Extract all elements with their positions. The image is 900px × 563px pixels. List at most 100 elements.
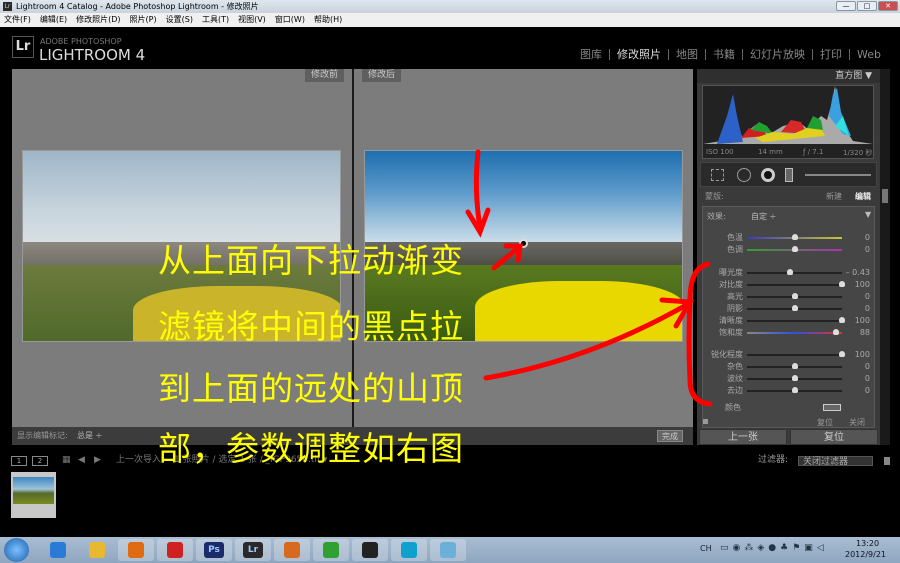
- menu-item[interactable]: 视图(V): [238, 13, 266, 27]
- slider-knob[interactable]: [833, 329, 840, 335]
- slider-knob[interactable]: [791, 234, 798, 240]
- slider-track[interactable]: [747, 375, 842, 381]
- taskbar-app-media[interactable]: [118, 539, 154, 561]
- slider-value[interactable]: 0: [865, 361, 870, 373]
- slider-value[interactable]: 0: [865, 291, 870, 303]
- reset-button[interactable]: 复位: [790, 429, 878, 445]
- clock-time[interactable]: 13:20: [856, 539, 879, 548]
- taskbar-app-lr[interactable]: Lr: [235, 539, 271, 561]
- gradient-pin[interactable]: [519, 239, 528, 248]
- slider-knob[interactable]: [791, 375, 798, 381]
- panel-scrollbar[interactable]: [880, 69, 890, 445]
- toggle-switch[interactable]: [703, 419, 708, 424]
- back-arrow-icon[interactable]: ◀: [78, 452, 85, 469]
- taskbar-app-360[interactable]: [313, 539, 349, 561]
- slider-knob[interactable]: [791, 387, 798, 393]
- window-2-button[interactable]: 2: [32, 456, 48, 466]
- slider-knob[interactable]: [839, 281, 845, 287]
- slider-value[interactable]: 0: [865, 232, 870, 244]
- menu-item[interactable]: 帮助(H): [314, 13, 342, 27]
- menu-item[interactable]: 照片(P): [130, 13, 157, 27]
- slider-track[interactable]: [747, 234, 842, 240]
- language-indicator[interactable]: CH: [700, 544, 712, 553]
- maximize-button[interactable]: □: [857, 1, 877, 11]
- menu-item[interactable]: 窗口(W): [275, 13, 305, 27]
- slider-track[interactable]: [747, 351, 845, 357]
- slider-knob[interactable]: [839, 317, 845, 323]
- slider-value[interactable]: 100: [855, 315, 870, 327]
- menu-item[interactable]: 设置(S): [166, 13, 193, 27]
- module-3[interactable]: 书籍: [705, 49, 742, 60]
- slider-track[interactable]: [747, 293, 842, 299]
- close-button[interactable]: ✕: [878, 1, 898, 11]
- slider-value[interactable]: 0: [865, 244, 870, 256]
- crop-icon[interactable]: [711, 169, 724, 181]
- red-eye-icon[interactable]: [761, 168, 775, 182]
- tray-icons[interactable]: ▭◉⁂◈●♣⚑▣◁: [720, 543, 828, 553]
- slider-value[interactable]: 0: [865, 303, 870, 315]
- taskbar-app-qq[interactable]: [352, 539, 388, 561]
- module-5[interactable]: 打印: [812, 49, 849, 60]
- slider-value[interactable]: 88: [860, 327, 870, 339]
- mask-new-button[interactable]: 新建: [826, 189, 842, 204]
- slider-value[interactable]: 100: [855, 279, 870, 291]
- menu-item[interactable]: 编辑(E): [40, 13, 67, 27]
- mask-edit-button[interactable]: 编辑: [855, 189, 871, 204]
- taskbar-app-flash[interactable]: [157, 539, 193, 561]
- slider-knob[interactable]: [786, 269, 793, 275]
- slider-track[interactable]: [747, 305, 842, 311]
- slider-track[interactable]: [747, 281, 845, 287]
- menu-item[interactable]: 工具(T): [202, 13, 229, 27]
- slider-value[interactable]: 100: [855, 349, 870, 361]
- slider-knob[interactable]: [791, 246, 798, 252]
- slider-knob[interactable]: [791, 363, 798, 369]
- module-0[interactable]: 图库: [573, 49, 609, 60]
- graduated-filter-icon[interactable]: [785, 168, 793, 182]
- start-button[interactable]: [4, 538, 29, 562]
- taskbar-app-ps[interactable]: Ps: [196, 539, 232, 561]
- minimize-button[interactable]: —: [836, 1, 856, 11]
- menu-item[interactable]: 文件(F): [4, 13, 31, 27]
- filter-select[interactable]: 关闭过滤器: [798, 456, 873, 467]
- spot-removal-icon[interactable]: [737, 168, 751, 182]
- slider-value[interactable]: 0: [865, 373, 870, 385]
- lock-icon[interactable]: [884, 457, 890, 465]
- menu-item[interactable]: 修改照片(D): [76, 13, 120, 27]
- collapse-icon[interactable]: ▼: [865, 210, 871, 219]
- taskbar-app-viewer[interactable]: [274, 539, 310, 561]
- done-button[interactable]: 完成: [657, 430, 683, 442]
- reset-small-button[interactable]: 复位: [817, 417, 833, 428]
- taskbar-app-notepad[interactable]: [430, 539, 466, 561]
- color-swatch[interactable]: [823, 404, 841, 411]
- slider-value[interactable]: – 0.43: [846, 267, 870, 279]
- effect-select[interactable]: 自定 ÷: [751, 211, 776, 222]
- slider-track[interactable]: [747, 387, 842, 393]
- slider-track[interactable]: [747, 269, 842, 275]
- histogram-header[interactable]: 直方图 ▼: [697, 69, 880, 83]
- slider-track[interactable]: [747, 363, 842, 369]
- close-small-button[interactable]: 关闭: [849, 417, 865, 428]
- module-2[interactable]: 地图: [668, 49, 705, 60]
- adjustment-brush-icon[interactable]: [805, 174, 871, 176]
- slider-track[interactable]: [747, 246, 842, 252]
- module-4[interactable]: 幻灯片放映: [742, 49, 812, 60]
- module-6[interactable]: Web: [849, 49, 888, 60]
- slider-knob[interactable]: [791, 293, 798, 299]
- slider-value[interactable]: 0: [865, 385, 870, 397]
- filmstrip-thumbnail[interactable]: [11, 472, 56, 518]
- show-marks-select[interactable]: 总是 ÷: [77, 427, 102, 445]
- previous-button[interactable]: 上一张: [699, 429, 787, 445]
- grid-icon[interactable]: ▦: [62, 452, 71, 469]
- slider-track[interactable]: [747, 317, 845, 323]
- source-label[interactable]: 上一次导入: [116, 452, 161, 469]
- taskbar-app-explorer[interactable]: [79, 539, 115, 561]
- module-1[interactable]: 修改照片: [609, 49, 668, 60]
- taskbar-app-ie[interactable]: [40, 539, 76, 561]
- slider-knob[interactable]: [791, 305, 798, 311]
- forward-arrow-icon[interactable]: ▶: [94, 452, 101, 469]
- slider-track[interactable]: [747, 329, 842, 335]
- taskbar-app-video[interactable]: [391, 539, 427, 561]
- slider-knob[interactable]: [839, 351, 845, 357]
- clock-date[interactable]: 2012/9/21: [845, 550, 886, 559]
- window-1-button[interactable]: 1: [11, 456, 27, 466]
